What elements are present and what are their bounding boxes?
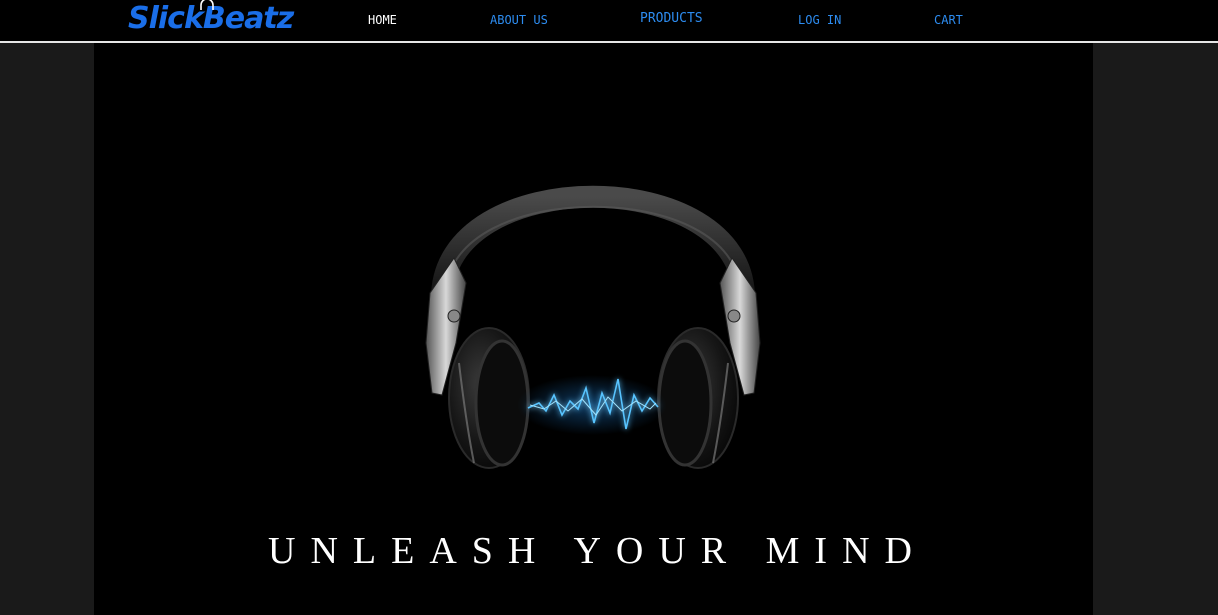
hero-tagline: UNLEASH YOUR MIND [268,530,927,572]
top-navbar: SlickBeatz HOME ABOUT US PRODUCTS LOG IN… [0,0,1218,43]
hero-banner: UNLEASH YOUR MIND [94,43,1093,615]
nav-home-link[interactable]: HOME [368,12,397,28]
nav-products-link[interactable]: PRODUCTS [640,11,703,27]
nav-log-in-link[interactable]: LOG IN [798,12,841,28]
nav-about-us-link[interactable]: ABOUT US [490,12,548,28]
nav-cart-link[interactable]: CART [934,12,963,28]
headphones-icon [200,0,214,10]
